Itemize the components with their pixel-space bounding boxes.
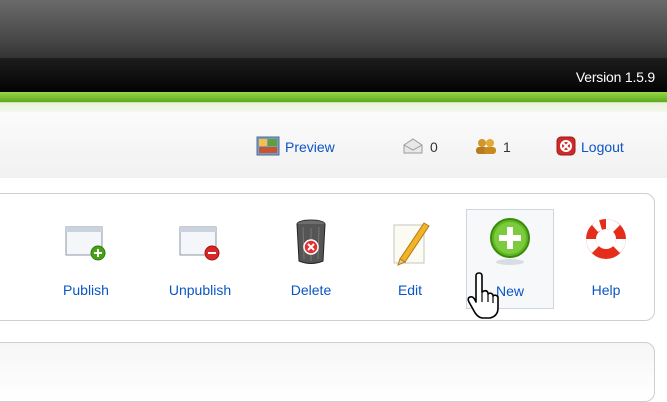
edit-button[interactable]: Edit: [370, 209, 450, 309]
users-icon: [474, 137, 498, 158]
content-panel: [0, 342, 655, 402]
help-button[interactable]: Help: [566, 209, 646, 309]
delete-label: Delete: [290, 282, 332, 298]
delete-button[interactable]: Delete: [271, 209, 351, 309]
messages-count: 0: [430, 139, 438, 155]
publish-label: Publish: [63, 282, 109, 298]
hand-cursor-icon: [466, 272, 502, 320]
envelope-icon: [401, 137, 425, 158]
preview-link[interactable]: Preview: [256, 136, 335, 158]
publish-icon: [62, 215, 110, 267]
preview-label: Preview: [285, 139, 335, 155]
plus-circle-icon: [486, 216, 534, 268]
publish-button[interactable]: Publish: [46, 209, 126, 309]
unpublish-icon: [176, 215, 224, 267]
edit-label: Edit: [397, 282, 423, 298]
header-top-band: [0, 0, 667, 58]
lifebuoy-icon: [582, 215, 630, 267]
logout-label: Logout: [581, 139, 624, 155]
unpublish-button[interactable]: Unpublish: [160, 209, 240, 309]
header-accent-bar: [0, 92, 667, 112]
pencil-icon: [386, 215, 434, 267]
logout-icon: [556, 136, 576, 159]
logout-link[interactable]: Logout: [556, 136, 624, 158]
version-text: Version 1.5.9: [575, 69, 655, 85]
users-count: 1: [503, 139, 511, 155]
trash-icon: [287, 215, 335, 267]
preview-icon: [256, 136, 280, 159]
accent-strip: [0, 92, 667, 102]
unpublish-label: Unpublish: [168, 282, 232, 298]
messages-indicator[interactable]: 0: [401, 136, 438, 158]
admin-header: Version 1.5.9: [0, 0, 667, 92]
help-label: Help: [591, 282, 621, 298]
users-indicator[interactable]: 1: [474, 136, 511, 158]
